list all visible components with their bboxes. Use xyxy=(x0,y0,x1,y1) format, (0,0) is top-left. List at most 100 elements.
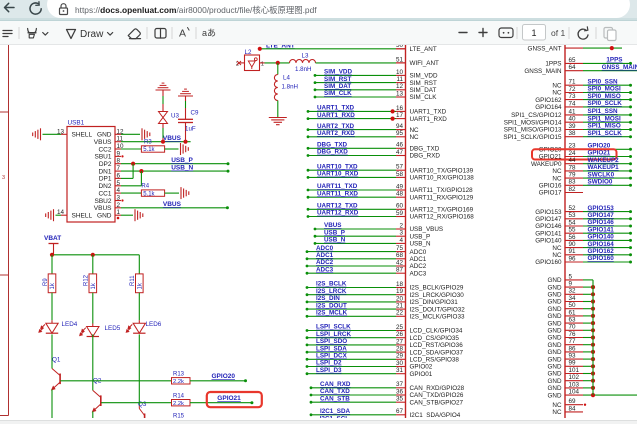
svg-text:4: 4 xyxy=(399,237,403,244)
svg-text:GPIO140: GPIO140 xyxy=(588,234,615,241)
svg-text:UART2_TXD: UART2_TXD xyxy=(317,123,355,130)
svg-text:WAKEUP0: WAKEUP0 xyxy=(531,161,562,168)
svg-text:GPIO146: GPIO146 xyxy=(588,219,615,226)
svg-text:3: 3 xyxy=(399,230,403,237)
svg-text:LCD_RS/GPIO38: LCD_RS/GPIO38 xyxy=(410,357,460,364)
svg-text:NC: NC xyxy=(552,90,562,97)
svg-text:GND: GND xyxy=(548,277,562,284)
svg-text:USB_P: USB_P xyxy=(324,229,345,236)
svg-text:C9: C9 xyxy=(191,110,199,117)
svg-text:69: 69 xyxy=(569,398,577,405)
svg-text:DP1: DP1 xyxy=(99,176,112,183)
svg-text:UART11_RXD: UART11_RXD xyxy=(317,190,358,197)
svg-text:SWCLK0: SWCLK0 xyxy=(588,171,615,178)
svg-text:UART1_TXD: UART1_TXD xyxy=(317,105,355,112)
svg-text:10: 10 xyxy=(396,69,404,76)
svg-text:9: 9 xyxy=(569,281,573,288)
svg-text:I2S_DOUT/GPIO32: I2S_DOUT/GPIO32 xyxy=(410,306,466,313)
svg-text:GPIO20: GPIO20 xyxy=(212,373,236,380)
svg-text:1PPS: 1PPS xyxy=(606,57,622,64)
svg-text:18: 18 xyxy=(396,281,404,288)
svg-text:USB_P: USB_P xyxy=(410,233,431,240)
svg-text:R12: R12 xyxy=(84,274,90,286)
svg-text:95: 95 xyxy=(396,130,404,137)
svg-text:74: 74 xyxy=(569,100,577,107)
svg-text:91: 91 xyxy=(569,248,577,255)
svg-text:49: 49 xyxy=(396,183,404,190)
svg-text:31: 31 xyxy=(396,367,404,374)
svg-text:USB_VBUS: USB_VBUS xyxy=(410,226,444,233)
svg-text:50: 50 xyxy=(396,45,404,49)
svg-text:I2C1_SCL: I2C1_SCL xyxy=(320,416,350,418)
svg-text:VBAT: VBAT xyxy=(44,235,61,242)
svg-text:84: 84 xyxy=(569,405,577,412)
svg-text:25: 25 xyxy=(396,324,404,331)
svg-text:34: 34 xyxy=(569,295,577,302)
svg-text:VBUS: VBUS xyxy=(324,222,342,229)
svg-text:SHELL: SHELL xyxy=(72,213,93,220)
svg-text:SPI0_SCLK: SPI0_SCLK xyxy=(588,100,623,107)
svg-text:2: 2 xyxy=(399,222,403,229)
svg-text:LSPI_SDA: LSPI_SDA xyxy=(316,345,347,352)
svg-text:GPIO147: GPIO147 xyxy=(535,216,562,223)
svg-text:CAN_RXD/GPIO28: CAN_RXD/GPIO28 xyxy=(410,385,465,392)
svg-text:75: 75 xyxy=(396,245,404,252)
svg-text:1.8nH: 1.8nH xyxy=(295,66,312,73)
svg-text:GND: GND xyxy=(548,335,562,342)
svg-text:3: 3 xyxy=(2,175,5,181)
svg-text:GPIO21: GPIO21 xyxy=(588,150,611,157)
svg-text:48: 48 xyxy=(396,191,404,198)
svg-text:60: 60 xyxy=(396,203,404,210)
svg-text:WIFI_ANT: WIFI_ANT xyxy=(410,60,440,67)
svg-text:NC: NC xyxy=(552,82,562,89)
svg-text:101: 101 xyxy=(569,367,580,374)
svg-text:GPIO153: GPIO153 xyxy=(588,205,615,212)
svg-text:13: 13 xyxy=(396,90,404,97)
svg-text:ADC3: ADC3 xyxy=(410,270,427,277)
svg-text:68: 68 xyxy=(396,252,404,259)
svg-text:R11: R11 xyxy=(130,275,136,286)
svg-text:GPIO16: GPIO16 xyxy=(539,183,562,190)
svg-text:73: 73 xyxy=(569,93,577,100)
svg-text:LED6: LED6 xyxy=(146,321,162,328)
svg-text:I2S_BCLK/GPIO29: I2S_BCLK/GPIO29 xyxy=(410,285,464,292)
svg-text:70: 70 xyxy=(569,324,577,331)
svg-text:GND: GND xyxy=(548,392,562,399)
svg-text:56: 56 xyxy=(569,234,577,241)
svg-text:61: 61 xyxy=(569,309,577,316)
svg-text:1k: 1k xyxy=(50,282,56,289)
svg-text:GND: GND xyxy=(97,132,112,139)
svg-text:52: 52 xyxy=(569,205,577,212)
svg-text:NC: NC xyxy=(552,245,562,252)
svg-text:GND: GND xyxy=(548,385,562,392)
svg-text:46: 46 xyxy=(396,142,404,149)
svg-text:UART11_TXD: UART11_TXD xyxy=(317,183,358,190)
svg-text:22: 22 xyxy=(396,310,404,317)
svg-text:41: 41 xyxy=(569,108,577,115)
svg-text:GND: GND xyxy=(548,292,562,299)
svg-text:I2S_DIN/GPIO31: I2S_DIN/GPIO31 xyxy=(410,299,459,306)
svg-text:5.1k: 5.1k xyxy=(143,191,155,197)
svg-text:USB_N: USB_N xyxy=(410,241,431,248)
svg-text:UART11_TX/GPIO128: UART11_TX/GPIO128 xyxy=(410,187,474,194)
svg-text:DP2: DP2 xyxy=(99,161,112,168)
svg-text:GPIO164: GPIO164 xyxy=(535,104,562,111)
svg-text:ADC0: ADC0 xyxy=(316,245,334,252)
svg-text:28: 28 xyxy=(396,346,404,353)
svg-text:GPIO17: GPIO17 xyxy=(539,190,562,197)
svg-text:GND: GND xyxy=(548,342,562,349)
svg-text:99: 99 xyxy=(569,360,577,367)
svg-text:GND: GND xyxy=(548,364,562,371)
svg-text:GND: GND xyxy=(548,284,562,291)
svg-text:27: 27 xyxy=(396,338,404,345)
svg-text:UART10_RXD: UART10_RXD xyxy=(317,171,359,178)
svg-text:2.2k: 2.2k xyxy=(173,401,184,407)
svg-text:GPIO162: GPIO162 xyxy=(588,248,615,255)
svg-text:R9: R9 xyxy=(43,278,49,286)
svg-text:USB1: USB1 xyxy=(68,120,85,127)
svg-text:53: 53 xyxy=(569,212,577,219)
svg-text:1: 1 xyxy=(531,28,536,38)
svg-text:USB_N: USB_N xyxy=(324,237,346,244)
svg-text:LCD_RST/GPIO36: LCD_RST/GPIO36 xyxy=(410,342,464,349)
svg-text:UART12_RX/GPIO168: UART12_RX/GPIO168 xyxy=(410,214,475,221)
